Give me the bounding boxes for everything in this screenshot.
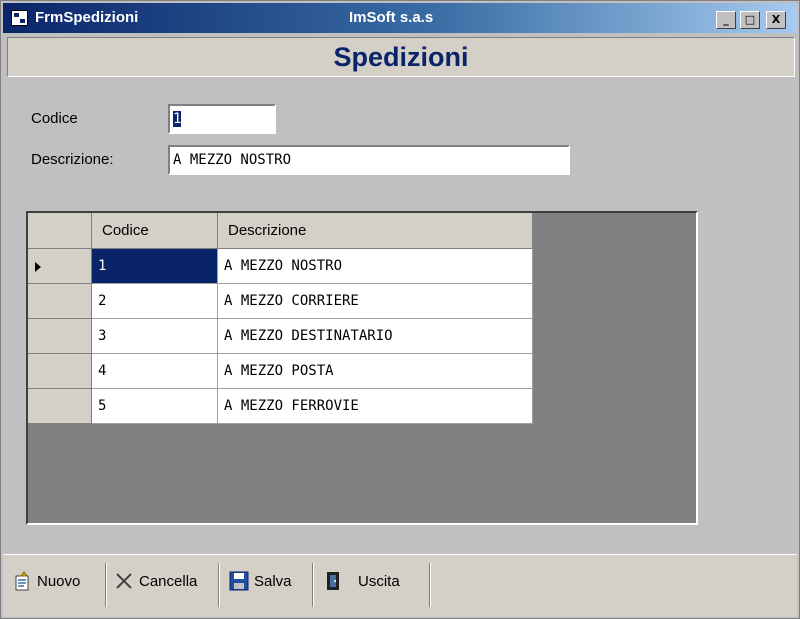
- current-row-icon: [35, 262, 41, 272]
- cancella-label: Cancella: [139, 572, 198, 590]
- codice-input[interactable]: 1: [168, 104, 276, 134]
- window-title: FrmSpedizioni: [35, 9, 139, 26]
- bottom-toolbar: Nuovo Cancella Salva Uscita: [3, 554, 797, 617]
- main-window: FrmSpedizioni ImSoft s.a.s _ □ X Spedizi…: [0, 0, 800, 619]
- title-bar[interactable]: FrmSpedizioni ImSoft s.a.s _ □ X: [3, 3, 797, 33]
- row-header[interactable]: [28, 389, 92, 424]
- row-header[interactable]: [28, 284, 92, 319]
- company-name: ImSoft s.a.s: [349, 9, 434, 26]
- cell-codice[interactable]: 1: [92, 249, 218, 284]
- salva-label: Salva: [254, 572, 292, 590]
- app-window-icon[interactable]: [11, 10, 28, 26]
- cancella-button[interactable]: Cancella: [113, 555, 197, 607]
- cell-descrizione[interactable]: A MEZZO FERROVIE: [218, 389, 533, 424]
- column-header-descrizione[interactable]: Descrizione: [218, 213, 533, 249]
- heading-bar: Spedizioni: [7, 37, 795, 77]
- descrizione-input[interactable]: A MEZZO NOSTRO: [168, 145, 570, 175]
- exit-door-icon: [322, 570, 344, 592]
- cell-codice[interactable]: 5: [92, 389, 218, 424]
- grid-corner-header[interactable]: [28, 213, 92, 249]
- spedizioni-grid[interactable]: Codice Descrizione 1 A MEZZO NOSTRO 2 A …: [26, 211, 698, 525]
- row-header[interactable]: [28, 354, 92, 389]
- toolbar-separator: [312, 563, 314, 607]
- cell-codice[interactable]: 2: [92, 284, 218, 319]
- descrizione-label: Descrizione:: [31, 151, 114, 168]
- toolbar-separator: [218, 563, 220, 607]
- column-header-codice[interactable]: Codice: [92, 213, 218, 249]
- codice-value: 1: [173, 111, 182, 127]
- x-delete-icon: [113, 570, 135, 592]
- salva-button[interactable]: Salva: [228, 555, 292, 607]
- cell-codice[interactable]: 3: [92, 319, 218, 354]
- cell-descrizione[interactable]: A MEZZO POSTA: [218, 354, 533, 389]
- row-header[interactable]: [28, 319, 92, 354]
- toolbar-separator: [105, 563, 107, 607]
- minimize-button[interactable]: _: [716, 11, 736, 29]
- floppy-disk-icon: [228, 570, 250, 592]
- toolbar-separator: [429, 563, 431, 607]
- uscita-button[interactable]: Uscita: [322, 555, 400, 607]
- cell-descrizione[interactable]: A MEZZO DESTINATARIO: [218, 319, 533, 354]
- uscita-label: Uscita: [358, 572, 400, 590]
- page-title: Spedizioni: [333, 42, 469, 72]
- nuovo-button[interactable]: Nuovo: [11, 555, 80, 607]
- new-document-icon: [11, 570, 33, 592]
- nuovo-label: Nuovo: [37, 572, 81, 590]
- cell-descrizione[interactable]: A MEZZO CORRIERE: [218, 284, 533, 319]
- codice-label: Codice: [31, 110, 78, 127]
- row-header[interactable]: [28, 249, 92, 284]
- maximize-button[interactable]: □: [740, 11, 760, 29]
- cell-codice[interactable]: 4: [92, 354, 218, 389]
- cell-descrizione[interactable]: A MEZZO NOSTRO: [218, 249, 533, 284]
- close-button[interactable]: X: [766, 11, 786, 29]
